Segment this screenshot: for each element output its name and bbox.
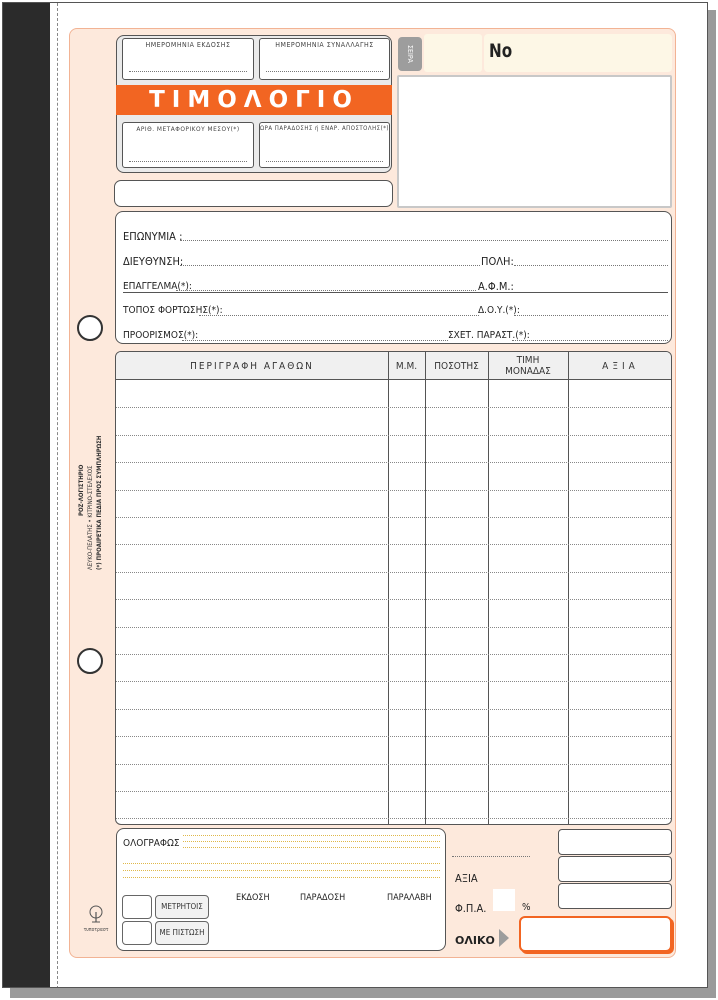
value-label: ΑΞΙΑ (455, 872, 478, 885)
column-header-unit-price: ΤΙΜΗ ΜΟΝΑΔΑΣ (505, 355, 551, 377)
table-row[interactable] (116, 517, 671, 518)
table-row[interactable] (116, 462, 671, 464)
title-band: ΤΙΜΟΛΟΓΙΟ (116, 85, 392, 115)
tax-office-line[interactable] (514, 315, 668, 316)
punch-hole-bottom (77, 648, 103, 674)
column-divider (568, 352, 569, 824)
issue-date-label: ΗΜΕΡΟΜΗΝΙΑ ΕΚΔΟΣΗΣ (145, 41, 231, 49)
subtotal-box-3[interactable] (558, 883, 672, 909)
credit-checkbox[interactable] (122, 921, 152, 945)
table-header: ΠΕΡΙΓΡΑΦΗ ΑΓΑΘΩΝ Μ.Μ. ΠΟΣΟΤΗΣ ΤΙΜΗ ΜΟΝΑΔ… (116, 352, 671, 380)
table-row[interactable] (116, 599, 671, 601)
loading-place-line[interactable] (199, 315, 479, 316)
copy-note-line-1: ΡΟΖ-ΛΟΓΙΣΤΗΡΙΟ (78, 464, 85, 516)
profession-line[interactable] (176, 290, 476, 291)
address-label: ΔΙΕΥΘΥΝΣΗ: (123, 255, 184, 268)
in-words-field[interactable] (123, 833, 440, 887)
publisher-logo: τυποτραστ (78, 905, 114, 935)
punch-hole-top (77, 315, 103, 341)
subtotal-box-1[interactable] (558, 829, 672, 855)
table-row[interactable] (116, 407, 671, 409)
table-row[interactable] (116, 544, 671, 546)
column-header-unit: Μ.Μ. (395, 360, 418, 372)
delivery-time-field[interactable]: ΩΡΑ ΠΑΡΑΔΟΣΗΣ ή ΕΝΑΡ. ΑΠΟΣΤΟΛΗΣ(*) (259, 122, 390, 168)
customer-divider (123, 292, 668, 293)
table-row[interactable] (116, 818, 671, 820)
transaction-date-line (266, 71, 383, 72)
number-field[interactable] (484, 34, 672, 72)
tree-logo-icon (89, 905, 103, 923)
name-label: ΕΠΩΝΥΜΙΑ : (123, 230, 183, 243)
vat-label: Φ.Π.Α. (455, 902, 487, 915)
vehicle-number-line (129, 161, 247, 162)
credit-option[interactable]: ΜΕ ΠΙΣΤΩΣΗ (155, 921, 209, 945)
related-doc-line[interactable] (512, 340, 668, 341)
name-line[interactable] (180, 240, 668, 241)
destination-line[interactable] (182, 340, 448, 341)
extra-info-field[interactable] (114, 180, 393, 207)
total-arrow-icon (499, 929, 509, 947)
delivery-time-line (266, 161, 383, 162)
transaction-date-field[interactable]: ΗΜΕΡΟΜΗΝΙΑ ΣΥΝΑΛΛΑΓΗΣ (259, 38, 390, 80)
copy-distribution-note: ΡΟΖ-ΛΟΓΙΣΤΗΡΙΟ ΛΕΥΚΟ-ΠΕΛΑΤΗΣ • ΚΙΤΡΙΝΟ-Σ… (78, 420, 118, 570)
column-divider (425, 352, 426, 824)
percent-sign: % (522, 902, 531, 913)
city-label: ΠΟΛΗ: (481, 255, 514, 268)
column-header-value: ΑΞΙΑ (602, 360, 639, 372)
column-divider (488, 352, 489, 824)
column-divider (388, 352, 389, 824)
cash-option[interactable]: ΜΕΤΡΗΤΟΙΣ (155, 895, 209, 919)
total-amount-box[interactable] (519, 916, 672, 952)
customer-block (115, 211, 672, 344)
issue-date-field[interactable]: ΗΜΕΡΟΜΗΝΙΑ ΕΚΔΟΣΗΣ (122, 38, 254, 80)
table-row[interactable] (116, 791, 671, 792)
table-row[interactable] (116, 571, 671, 573)
series-tag: ΣΕΙΡΑ (398, 37, 422, 71)
table-row[interactable] (116, 489, 671, 491)
column-header-description: ΠΕΡΙΓΡΑΦΗ ΑΓΑΘΩΝ (190, 360, 314, 372)
binding-strip (3, 3, 50, 987)
cash-checkbox[interactable] (122, 895, 152, 919)
transaction-date-label: ΗΜΕΡΟΜΗΝΙΑ ΣΥΝΑΛΛΑΓΗΣ (275, 41, 374, 49)
number-label: No (489, 40, 513, 62)
series-field[interactable] (424, 34, 482, 72)
document-title: ΤΙΜΟΛΟΓΙΟ (149, 87, 359, 113)
address-line[interactable] (180, 265, 480, 266)
vehicle-number-field[interactable]: ΑΡΙΘ. ΜΕΤΑΦΟΡΙΚΟΥ ΜΕΣΟΥ(*) (122, 122, 254, 168)
vat-percent-field[interactable] (493, 889, 515, 911)
perforation-line (57, 3, 58, 987)
city-line[interactable] (514, 265, 668, 266)
copy-note-line-3: (*) ΠΡΟΑΙΡΕΤΙΚΑ ΠΕΔΙΑ ΠΡΟΣ ΣΥΜΠΛΗΡΩΣΗ (96, 435, 103, 570)
delivery-time-label: ΩΡΑ ΠΑΡΑΔΟΣΗΣ ή ΕΝΑΡ. ΑΠΟΣΤΟΛΗΣ(*) (260, 125, 390, 132)
issue-date-line (129, 71, 247, 72)
issuer-details-box[interactable] (397, 75, 672, 208)
table-row[interactable] (116, 736, 671, 738)
in-words-label: ΟΛΟΓΡΑΦΩΣ (123, 838, 180, 849)
total-label: ΟΛΙΚΟ (455, 934, 495, 947)
publisher-name: τυποτραστ (83, 927, 109, 933)
table-row[interactable] (116, 763, 671, 765)
table-row[interactable] (116, 626, 671, 628)
items-table: ΠΕΡΙΓΡΑΦΗ ΑΓΑΘΩΝ Μ.Μ. ΠΟΣΟΤΗΣ ΤΙΜΗ ΜΟΝΑΔ… (115, 351, 672, 825)
subtotal-line (452, 856, 530, 857)
copy-note-line-2: ΛΕΥΚΟ-ΠΕΛΑΤΗΣ • ΚΙΤΡΙΝΟ-ΣΤΕΛΕΧΟΣ (87, 465, 94, 570)
issued-signature-label: ΕΚΔΟΣΗ (236, 893, 270, 903)
vehicle-number-label: ΑΡΙΘ. ΜΕΤΑΦΟΡΙΚΟΥ ΜΕΣΟΥ(*) (136, 125, 240, 133)
received-signature-label: ΠΑΡΑΛΑΒΗ (387, 893, 432, 903)
column-header-quantity: ΠΟΣΟΤΗΣ (434, 360, 479, 372)
table-row[interactable] (116, 708, 671, 710)
table-row[interactable] (116, 654, 671, 655)
table-row[interactable] (116, 434, 671, 436)
series-label: ΣΕΙΡΑ (406, 45, 414, 63)
subtotal-box-2[interactable] (558, 856, 672, 882)
table-row[interactable] (116, 681, 671, 683)
delivered-signature-label: ΠΑΡΑΔΟΣΗ (300, 893, 346, 903)
